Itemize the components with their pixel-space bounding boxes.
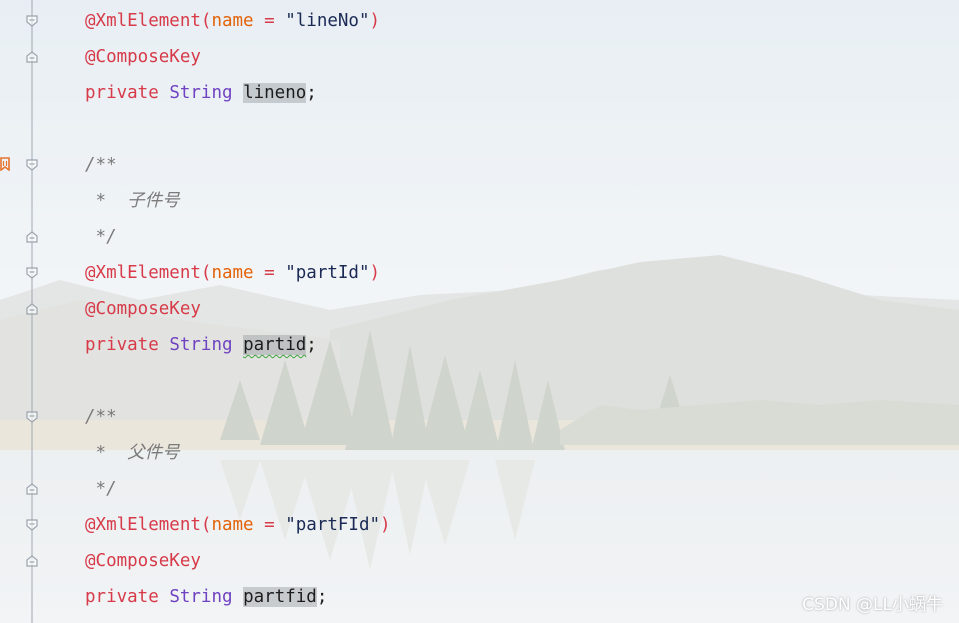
code-line[interactable]: * 子件号 xyxy=(85,183,180,219)
code-token: @XmlElement xyxy=(85,515,201,535)
code-token: @ComposeKey xyxy=(85,551,201,571)
code-token: = xyxy=(253,11,286,31)
code-token: name xyxy=(211,11,254,31)
code-line[interactable]: private String partid; xyxy=(85,327,317,363)
code-token: @ComposeKey xyxy=(85,47,201,67)
watermark-text: CSDN @LL小蜗牛 xyxy=(802,595,943,615)
code-token: @ComposeKey xyxy=(85,299,201,319)
code-token: ) xyxy=(369,11,381,31)
code-token: = xyxy=(253,515,286,535)
code-token: partid xyxy=(243,335,307,355)
code-token: @XmlElement xyxy=(85,263,201,283)
code-token: private xyxy=(85,83,159,103)
code-line[interactable]: * 父件号 xyxy=(85,435,180,471)
code-token: private xyxy=(85,587,159,607)
code-token: ) xyxy=(380,515,391,535)
code-token: String xyxy=(169,335,233,355)
code-token: ( xyxy=(200,11,212,31)
code-token: * 父件号 xyxy=(85,443,180,463)
fold-open-icon[interactable] xyxy=(25,158,39,172)
fold-open-icon[interactable] xyxy=(25,266,39,280)
code-token: * 子件号 xyxy=(85,191,180,211)
code-line[interactable]: @ComposeKey xyxy=(85,543,201,579)
code-token: String xyxy=(169,587,233,607)
code-token: */ xyxy=(85,479,117,499)
fold-close-icon[interactable] xyxy=(25,482,39,496)
code-token: "partId" xyxy=(285,263,370,283)
code-token: "partFId" xyxy=(285,515,381,535)
code-token: ; xyxy=(306,335,317,355)
fold-close-icon[interactable] xyxy=(25,302,39,316)
code-token: */ xyxy=(85,227,117,247)
code-token: name xyxy=(211,263,254,283)
code-line[interactable]: private String partfid; xyxy=(85,579,327,615)
code-line[interactable]: /** xyxy=(85,399,117,435)
code-token: ( xyxy=(200,263,212,283)
fold-close-icon[interactable] xyxy=(25,50,39,64)
code-token: "lineNo" xyxy=(285,11,370,31)
code-line[interactable]: @ComposeKey xyxy=(85,39,201,75)
code-token: = xyxy=(253,263,286,283)
code-token: private xyxy=(85,335,159,355)
code-token: ( xyxy=(200,515,212,535)
fold-open-icon[interactable] xyxy=(25,410,39,424)
code-line[interactable]: */ xyxy=(85,219,117,255)
code-token: partfid xyxy=(243,587,317,607)
code-line[interactable]: @XmlElement(name = "partId") xyxy=(85,255,380,291)
code-line[interactable]: @XmlElement(name = "partFId") xyxy=(85,507,391,543)
code-token: String xyxy=(169,83,233,103)
fold-open-icon[interactable] xyxy=(25,14,39,28)
code-token: /** xyxy=(85,155,117,175)
fold-open-icon[interactable] xyxy=(25,518,39,532)
code-line[interactable]: */ xyxy=(85,471,117,507)
code-token: /** xyxy=(85,407,117,427)
code-line[interactable]: @ComposeKey xyxy=(85,291,201,327)
code-token: ; xyxy=(306,83,317,103)
code-line[interactable]: private String lineno; xyxy=(85,75,317,111)
code-token: ; xyxy=(316,587,328,607)
fold-close-icon[interactable] xyxy=(25,554,39,568)
code-line[interactable]: @XmlElement(name = "lineNo") xyxy=(85,3,380,39)
code-token: name xyxy=(211,515,254,535)
fold-close-icon[interactable] xyxy=(25,230,39,244)
code-token: lineno xyxy=(243,83,307,103)
code-line[interactable]: /** xyxy=(85,147,117,183)
code-token: @XmlElement xyxy=(85,11,201,31)
bookmark-icon[interactable] xyxy=(0,157,10,171)
code-token: ) xyxy=(369,263,381,283)
